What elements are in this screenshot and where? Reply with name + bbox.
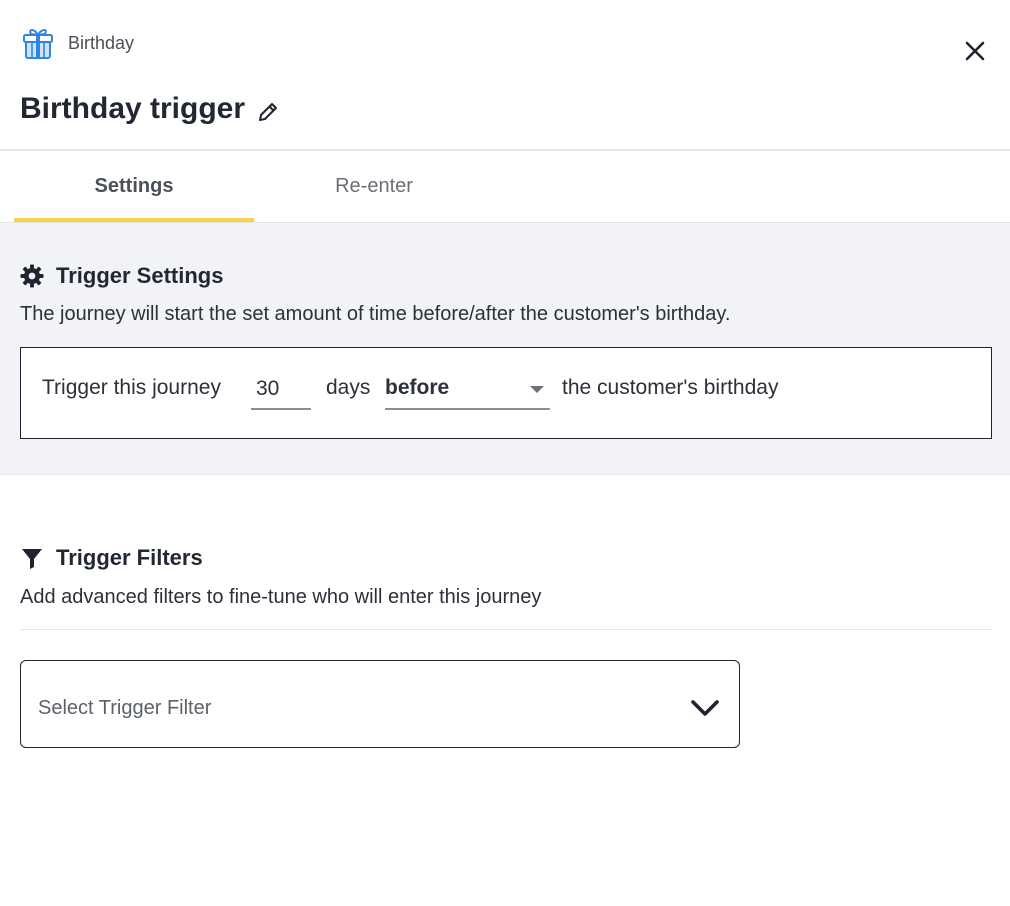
trigger-settings-section: Trigger Settings The journey will start … <box>0 222 1010 475</box>
gear-icon <box>20 264 44 288</box>
days-input[interactable] <box>251 370 311 410</box>
gift-icon <box>22 26 54 60</box>
trigger-settings-heading: Trigger Settings <box>20 263 223 289</box>
trigger-settings-description: The journey will start the set amount of… <box>20 303 731 325</box>
pencil-icon[interactable] <box>256 100 280 124</box>
trigger-rule-box: Trigger this journey days before the cus… <box>20 347 992 439</box>
tab-settings[interactable]: Settings <box>14 151 254 222</box>
before-after-value: before <box>385 376 450 399</box>
journey-kind-label: Birthday <box>68 33 135 53</box>
trigger-filters-description: Add advanced filters to fine-tune who wi… <box>20 586 542 608</box>
page-title: Birthday trigger <box>20 92 246 125</box>
tab-re-enter[interactable]: Re-enter <box>254 151 494 222</box>
before-after-select[interactable]: before <box>385 370 550 410</box>
panel-header: Birthday Birthday trigger <box>0 0 1010 151</box>
trigger-filters-title: Trigger Filters <box>56 545 203 570</box>
trigger-prefix-text: Trigger this journey <box>42 376 221 399</box>
close-icon[interactable] <box>960 36 990 66</box>
trigger-suffix-text: the customer's birthday <box>562 376 779 399</box>
filter-icon <box>20 546 44 570</box>
caret-down-icon <box>530 386 544 393</box>
trigger-filter-select[interactable]: Select Trigger Filter <box>20 660 740 748</box>
days-label: days <box>326 376 371 399</box>
trigger-filter-placeholder: Select Trigger Filter <box>38 697 212 719</box>
chevron-down-icon <box>689 697 721 719</box>
tab-bar: Settings Re-enter <box>0 151 1010 222</box>
trigger-filters-heading: Trigger Filters <box>20 545 203 571</box>
trigger-settings-title: Trigger Settings <box>56 263 224 288</box>
divider <box>20 629 992 630</box>
